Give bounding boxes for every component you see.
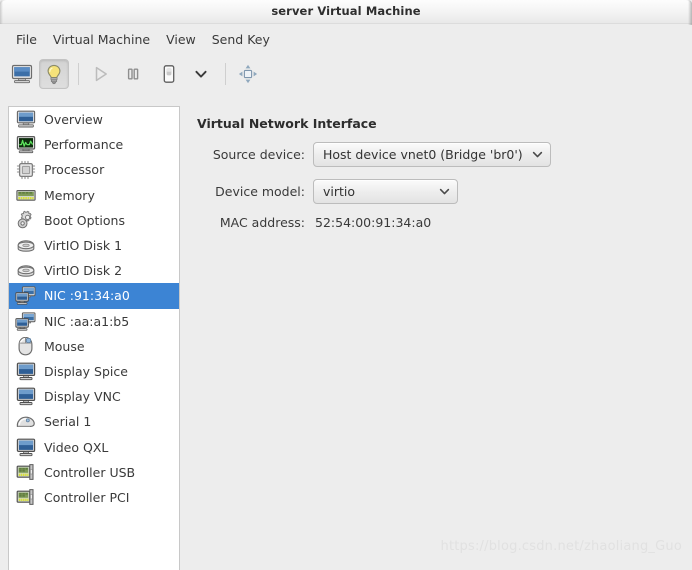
menu-view[interactable]: View xyxy=(158,29,204,50)
source-device-select[interactable]: Host device vnet0 (Bridge 'br0') xyxy=(313,142,551,167)
fullscreen-arrows-icon xyxy=(238,64,258,84)
title-bar: server Virtual Machine xyxy=(0,0,692,26)
display-icon xyxy=(15,386,36,407)
sidebar-item-controller-usb[interactable]: Controller USB xyxy=(9,460,179,485)
toolbar-separator-1 xyxy=(78,63,79,85)
sidebar-item-overview[interactable]: Overview xyxy=(9,107,179,132)
sidebar-item-label: Memory xyxy=(44,187,95,203)
sidebar-item-label: Processor xyxy=(44,162,105,178)
pause-vm-button[interactable] xyxy=(118,59,148,89)
source-device-row: Source device: Host device vnet0 (Bridge… xyxy=(197,142,551,167)
controller-card-icon xyxy=(15,487,36,508)
sidebar-item-label: NIC :aa:a1:b5 xyxy=(44,313,130,329)
monitor-console-icon xyxy=(11,64,33,84)
graph-icon xyxy=(15,134,36,155)
tool-bar xyxy=(0,54,692,94)
sidebar-item-performance[interactable]: Performance xyxy=(9,132,179,157)
display-icon xyxy=(15,437,36,458)
menu-bar: File Virtual Machine View Send Key xyxy=(0,25,692,53)
device-model-select[interactable]: virtio xyxy=(313,179,458,204)
menu-file[interactable]: File xyxy=(8,29,45,50)
device-model-value: virtio xyxy=(323,184,356,199)
lightbulb-details-icon xyxy=(47,64,61,84)
mouse-icon xyxy=(15,336,36,357)
shutdown-options-dropdown[interactable] xyxy=(186,59,216,89)
mac-address-label: MAC address: xyxy=(219,215,305,230)
sidebar-item-nic-91-34-a0[interactable]: NIC :91:34:a0 xyxy=(9,283,179,309)
sidebar-item-controller-pci[interactable]: Controller PCI xyxy=(9,485,179,510)
menu-send-key[interactable]: Send Key xyxy=(204,29,278,50)
device-model-row: Device model: virtio xyxy=(197,179,458,204)
sidebar-item-boot-options[interactable]: Boot Options xyxy=(9,208,179,233)
virt-manager-window: server Virtual Machine File Virtual Mach… xyxy=(0,0,692,570)
sidebar-item-label: VirtIO Disk 1 xyxy=(44,238,123,254)
sidebar-item-label: Display Spice xyxy=(44,363,128,379)
sidebar-item-label: Performance xyxy=(44,137,124,153)
memory-ram-icon xyxy=(15,185,36,206)
show-console-button[interactable] xyxy=(7,59,37,89)
sidebar-item-virtio-disk-2[interactable]: VirtIO Disk 2 xyxy=(9,258,179,283)
sidebar-item-display-vnc[interactable]: Display VNC xyxy=(9,384,179,409)
play-icon xyxy=(95,66,107,82)
toolbar-separator-2 xyxy=(225,63,226,85)
run-vm-button[interactable] xyxy=(86,59,116,89)
sidebar-item-label: Controller PCI xyxy=(44,489,130,505)
serial-port-icon xyxy=(15,411,36,432)
display-icon xyxy=(15,361,36,382)
fullscreen-button[interactable] xyxy=(233,59,263,89)
window-title: server Virtual Machine xyxy=(271,4,421,18)
sidebar-item-processor[interactable]: Processor xyxy=(9,157,179,182)
sidebar-item-label: Overview xyxy=(44,112,103,128)
content-area: Overview Performance Processor Memory Bo… xyxy=(0,94,692,570)
chevron-down-icon xyxy=(195,70,207,78)
sidebar-item-display-spice[interactable]: Display Spice xyxy=(9,359,179,384)
network-card-icon xyxy=(15,311,36,332)
sidebar-item-mouse[interactable]: Mouse xyxy=(9,334,179,359)
chevron-down-icon xyxy=(531,148,544,161)
show-details-button[interactable] xyxy=(39,59,69,89)
source-device-label: Source device: xyxy=(212,147,305,162)
sidebar-item-label: VirtIO Disk 2 xyxy=(44,263,123,279)
chevron-down-icon xyxy=(438,185,451,198)
power-shutdown-icon xyxy=(163,65,175,83)
sidebar-item-label: Serial 1 xyxy=(44,414,92,430)
gears-icon xyxy=(15,210,36,231)
network-card-icon xyxy=(15,285,36,306)
harddisk-icon xyxy=(15,260,36,281)
sidebar-item-label: Video QXL xyxy=(44,439,109,455)
pause-icon xyxy=(127,68,139,80)
harddisk-icon xyxy=(15,235,36,256)
sidebar-item-label: Boot Options xyxy=(44,212,125,228)
sidebar-item-label: Controller USB xyxy=(44,464,136,480)
sidebar-item-memory[interactable]: Memory xyxy=(9,183,179,208)
sidebar-item-video-qxl[interactable]: Video QXL xyxy=(9,434,179,459)
sidebar-item-virtio-disk-1[interactable]: VirtIO Disk 1 xyxy=(9,233,179,258)
shutdown-vm-button[interactable] xyxy=(154,59,184,89)
controller-card-icon xyxy=(15,462,36,483)
menu-virtual-machine[interactable]: Virtual Machine xyxy=(45,29,158,50)
sidebar-item-label: NIC :91:34:a0 xyxy=(44,288,130,304)
panel-title: Virtual Network Interface xyxy=(197,116,377,131)
source-device-value: Host device vnet0 (Bridge 'br0') xyxy=(323,147,523,162)
sidebar-item-label: Mouse xyxy=(44,338,85,354)
sidebar-item-label: Display VNC xyxy=(44,389,121,405)
mac-address-row: MAC address: 52:54:00:91:34:a0 xyxy=(197,215,431,230)
mac-address-value: 52:54:00:91:34:a0 xyxy=(315,215,432,230)
hardware-list[interactable]: Overview Performance Processor Memory Bo… xyxy=(8,106,180,570)
cpu-chip-icon xyxy=(15,159,36,180)
monitor-icon xyxy=(15,109,36,130)
device-detail-panel: Virtual Network Interface Source device:… xyxy=(188,94,692,570)
device-model-label: Device model: xyxy=(215,184,305,199)
sidebar-item-nic-aa-a1-b5[interactable]: NIC :aa:a1:b5 xyxy=(9,309,179,334)
sidebar-item-serial-1[interactable]: Serial 1 xyxy=(9,409,179,434)
